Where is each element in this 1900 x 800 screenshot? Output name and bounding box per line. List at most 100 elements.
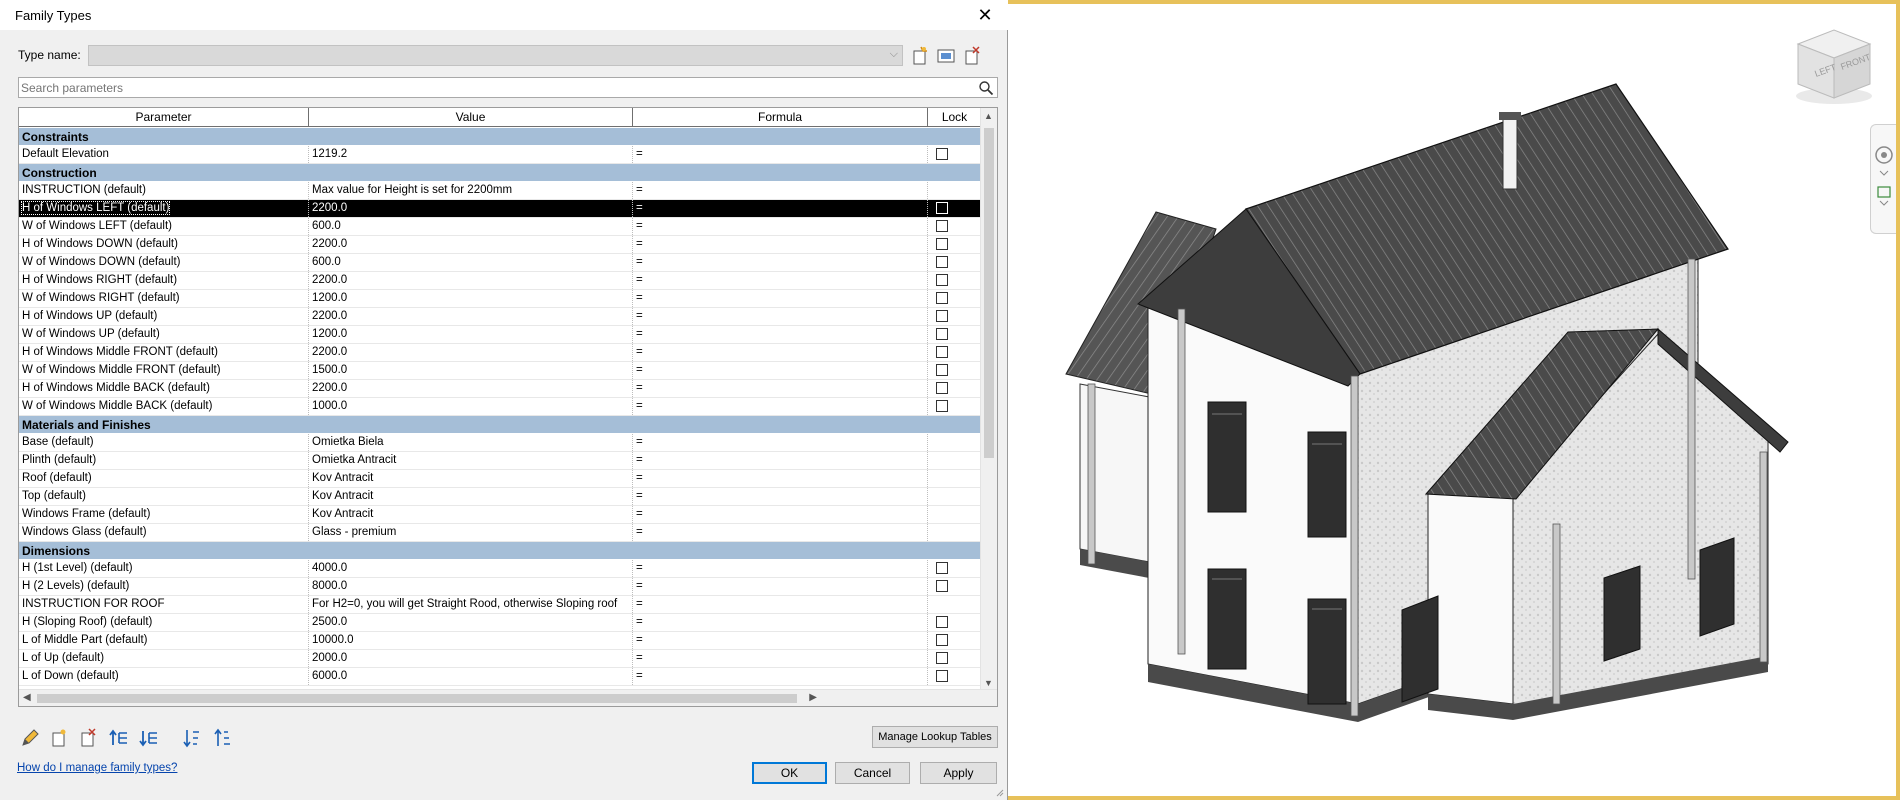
sort-descending-icon[interactable] (212, 727, 234, 749)
parameter-cell[interactable]: W of Windows UP (default) (19, 326, 309, 343)
table-row[interactable]: Roof (default) Kov Antracit = (19, 470, 981, 488)
view-cube[interactable]: LEFT FRONT (1788, 22, 1880, 108)
value-cell[interactable]: 600.0 (309, 218, 633, 235)
formula-cell[interactable]: = (633, 398, 928, 415)
table-row[interactable]: H of Windows RIGHT (default) 2200.0 = (19, 272, 981, 290)
parameter-cell[interactable]: W of Windows Middle FRONT (default) (19, 362, 309, 379)
formula-cell[interactable]: = (633, 380, 928, 397)
value-cell[interactable]: 10000.0 (309, 632, 633, 649)
lock-checkbox[interactable] (936, 580, 948, 592)
vertical-scroll-thumb[interactable] (984, 128, 994, 458)
lock-checkbox[interactable] (936, 292, 948, 304)
value-cell[interactable]: 2000.0 (309, 650, 633, 667)
new-type-icon[interactable] (909, 45, 931, 67)
parameter-cell[interactable]: H (Sloping Roof) (default) (19, 614, 309, 631)
parameter-cell[interactable]: L of Up (default) (19, 650, 309, 667)
value-cell[interactable]: 2200.0 (309, 380, 633, 397)
table-row[interactable]: Top (default) Kov Antracit = (19, 488, 981, 506)
formula-cell[interactable]: = (633, 506, 928, 523)
value-cell[interactable]: 1200.0 (309, 290, 633, 307)
formula-cell[interactable]: = (633, 632, 928, 649)
manage-lookup-tables-button[interactable]: Manage Lookup Tables (872, 726, 998, 748)
table-row[interactable]: W of Windows LEFT (default) 600.0 = (19, 218, 981, 236)
parameter-cell[interactable]: L of Middle Part (default) (19, 632, 309, 649)
lock-checkbox[interactable] (936, 274, 948, 286)
formula-cell[interactable]: = (633, 290, 928, 307)
parameter-cell[interactable]: W of Windows RIGHT (default) (19, 290, 309, 307)
formula-cell[interactable]: = (633, 560, 928, 577)
table-row[interactable]: H (1st Level) (default) 4000.0 = (19, 560, 981, 578)
value-cell[interactable]: For H2=0, you will get Straight Rood, ot… (309, 596, 633, 613)
table-row[interactable]: L of Middle Part (default) 10000.0 = (19, 632, 981, 650)
scroll-right-icon[interactable]: ▶ (809, 692, 817, 703)
value-cell[interactable]: Kov Antracit (309, 506, 633, 523)
table-row[interactable]: H (2 Levels) (default) 8000.0 = (19, 578, 981, 596)
horizontal-scrollbar[interactable]: ◀ ▶ (19, 689, 997, 706)
lock-checkbox[interactable] (936, 400, 948, 412)
table-row[interactable]: H of Windows UP (default) 2200.0 = (19, 308, 981, 326)
parameter-cell[interactable]: H of Windows LEFT (default) (19, 200, 309, 217)
value-cell[interactable]: 2500.0 (309, 614, 633, 631)
table-row[interactable]: W of Windows UP (default) 1200.0 = (19, 326, 981, 344)
lock-checkbox[interactable] (936, 652, 948, 664)
lock-checkbox[interactable] (936, 346, 948, 358)
lock-checkbox[interactable] (936, 220, 948, 232)
close-button[interactable]: ✕ (970, 2, 1000, 28)
lock-checkbox[interactable] (936, 148, 948, 160)
table-row[interactable]: H of Windows Middle BACK (default) 2200.0… (19, 380, 981, 398)
formula-cell[interactable]: = (633, 614, 928, 631)
parameter-cell[interactable]: H of Windows RIGHT (default) (19, 272, 309, 289)
rename-type-icon[interactable] (935, 45, 957, 67)
scroll-left-icon[interactable]: ◀ (23, 692, 31, 703)
table-row[interactable]: H (Sloping Roof) (default) 2500.0 = (19, 614, 981, 632)
parameter-cell[interactable]: H (2 Levels) (default) (19, 578, 309, 595)
vertical-scrollbar[interactable]: ▲ ▼ (980, 108, 997, 691)
parameter-cell[interactable]: W of Windows Middle BACK (default) (19, 398, 309, 415)
column-header-parameter[interactable]: Parameter (19, 108, 309, 127)
scroll-down-icon[interactable]: ▼ (984, 678, 993, 688)
formula-cell[interactable]: = (633, 596, 928, 613)
sort-ascending-icon[interactable] (181, 727, 203, 749)
lock-checkbox[interactable] (936, 562, 948, 574)
parameter-cell[interactable]: Plinth (default) (19, 452, 309, 469)
parameter-cell[interactable]: H of Windows UP (default) (19, 308, 309, 325)
lock-checkbox[interactable] (936, 202, 948, 214)
edit-parameter-icon[interactable] (19, 727, 41, 749)
table-row[interactable]: Windows Glass (default) Glass - premium = (19, 524, 981, 542)
type-name-combo[interactable]: ⌵ (88, 45, 903, 66)
formula-cell[interactable]: = (633, 182, 928, 199)
formula-cell[interactable]: = (633, 452, 928, 469)
new-parameter-icon[interactable] (48, 727, 70, 749)
table-row[interactable]: Windows Frame (default) Kov Antracit = (19, 506, 981, 524)
lock-checkbox[interactable] (936, 670, 948, 682)
formula-cell[interactable]: = (633, 578, 928, 595)
formula-cell[interactable]: = (633, 200, 928, 217)
formula-cell[interactable]: = (633, 218, 928, 235)
parameter-cell[interactable]: Top (default) (19, 488, 309, 505)
search-icon[interactable] (978, 80, 994, 96)
formula-cell[interactable]: = (633, 470, 928, 487)
parameter-cell[interactable]: L of Down (default) (19, 668, 309, 685)
value-cell[interactable]: 2200.0 (309, 236, 633, 253)
column-header-formula[interactable]: Formula (633, 108, 928, 127)
table-row[interactable]: Base (default) Omietka Biela = (19, 434, 981, 452)
move-up-icon[interactable] (108, 727, 130, 749)
table-row[interactable]: H of Windows LEFT (default) 2200.0 = (19, 200, 981, 218)
table-row[interactable]: W of Windows Middle BACK (default) 1000.0… (19, 398, 981, 416)
formula-cell[interactable]: = (633, 236, 928, 253)
lock-checkbox[interactable] (936, 364, 948, 376)
lock-checkbox[interactable] (936, 634, 948, 646)
table-row[interactable]: INSTRUCTION (default) Max value for Heigh… (19, 182, 981, 200)
table-row[interactable]: Plinth (default) Omietka Antracit = (19, 452, 981, 470)
value-cell[interactable]: Max value for Height is set for 2200mm (309, 182, 633, 199)
value-cell[interactable]: 2200.0 (309, 344, 633, 361)
group-header[interactable]: Constraints (19, 128, 981, 146)
search-box[interactable] (18, 77, 998, 98)
group-header[interactable]: Materials and Finishes (19, 416, 981, 434)
formula-cell[interactable]: = (633, 362, 928, 379)
table-row[interactable]: L of Down (default) 6000.0 = (19, 668, 981, 686)
formula-cell[interactable]: = (633, 524, 928, 541)
group-header[interactable]: Construction (19, 164, 981, 182)
lock-checkbox[interactable] (936, 382, 948, 394)
delete-type-icon[interactable] (961, 45, 983, 67)
